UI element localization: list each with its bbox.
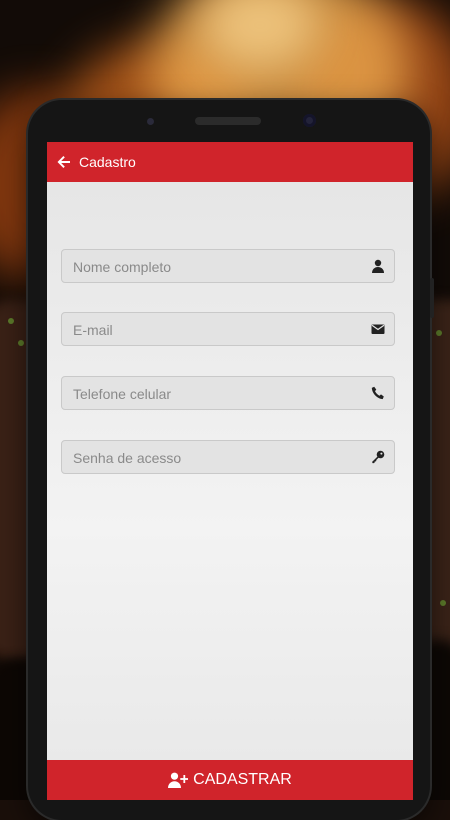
phone-icon bbox=[371, 386, 384, 400]
arrow-left-icon[interactable] bbox=[57, 155, 71, 169]
mobile-phone-field[interactable] bbox=[61, 376, 395, 411]
email-input[interactable] bbox=[62, 313, 365, 347]
email-field[interactable] bbox=[61, 312, 395, 347]
phone-side-button bbox=[430, 278, 434, 318]
earpiece-speaker bbox=[195, 117, 261, 125]
app-bar: Cadastro bbox=[47, 142, 413, 182]
user-plus-icon bbox=[168, 772, 189, 788]
app-screen: Cadastro Nome completo E-mail Telefone c… bbox=[47, 142, 413, 800]
password-input[interactable] bbox=[62, 441, 365, 475]
front-camera bbox=[303, 114, 316, 127]
register-button-label: CADASTRAR bbox=[193, 771, 292, 788]
envelope-icon bbox=[371, 324, 385, 334]
proximity-sensor bbox=[147, 118, 154, 125]
mobile-phone-input[interactable] bbox=[62, 377, 365, 411]
page-title: Cadastro bbox=[79, 154, 136, 170]
full-name-field[interactable] bbox=[61, 249, 395, 284]
full-name-input[interactable] bbox=[62, 250, 365, 284]
key-icon bbox=[372, 450, 385, 464]
register-button[interactable]: CADASTRAR bbox=[47, 760, 413, 800]
signup-form bbox=[47, 182, 413, 760]
password-field[interactable] bbox=[61, 440, 395, 475]
user-icon bbox=[372, 259, 384, 273]
